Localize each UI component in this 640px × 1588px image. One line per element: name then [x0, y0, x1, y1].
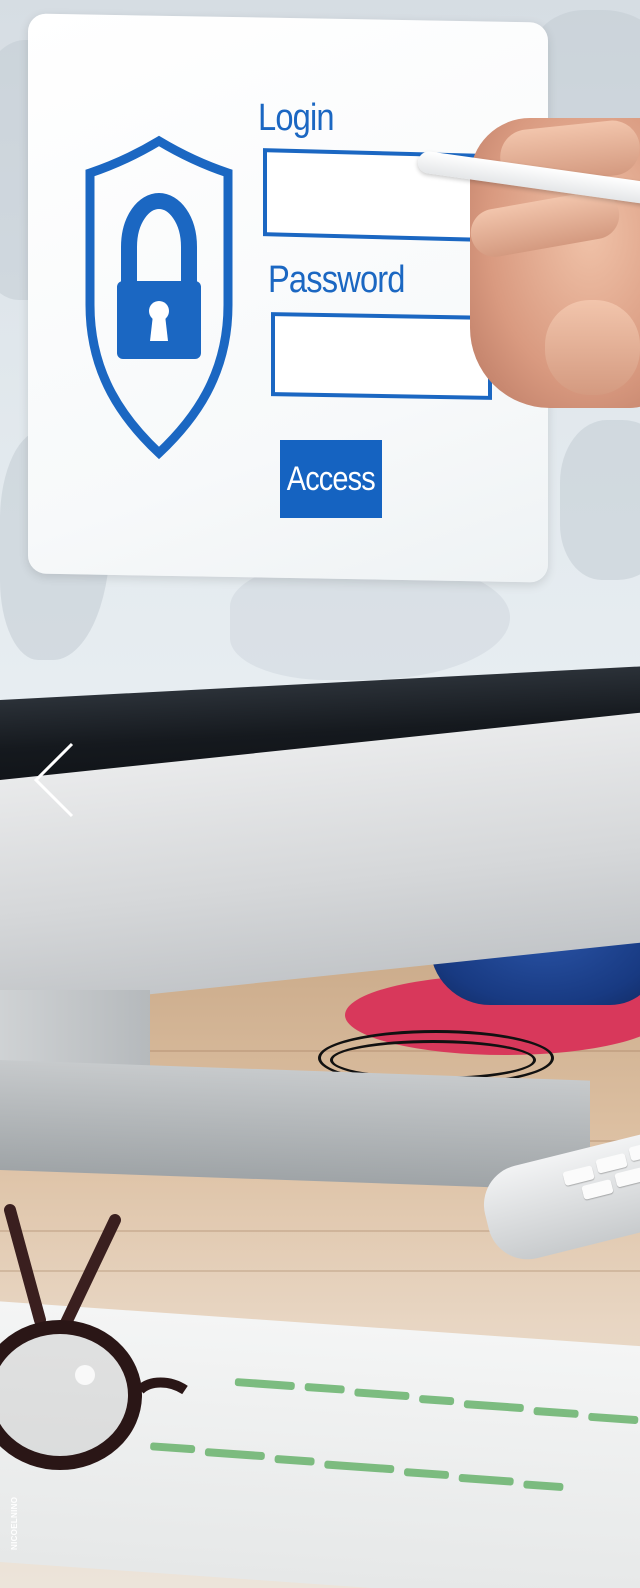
password-field[interactable] — [271, 312, 492, 400]
green-bar — [304, 1382, 345, 1394]
green-bar — [354, 1388, 410, 1401]
finger — [545, 300, 640, 395]
eyeglasses — [0, 1204, 188, 1470]
green-bar — [523, 1480, 564, 1492]
password-label: Password — [268, 259, 405, 301]
green-bar — [463, 1400, 525, 1413]
green-bar — [234, 1377, 296, 1391]
green-bar — [458, 1473, 514, 1486]
green-bar — [403, 1468, 450, 1480]
green-bar — [324, 1460, 395, 1474]
key — [628, 1140, 640, 1162]
previous-button[interactable] — [28, 740, 84, 820]
key — [581, 1179, 614, 1200]
access-button-label: Access — [286, 459, 376, 498]
chevron-left-icon — [33, 742, 74, 818]
key — [614, 1166, 640, 1188]
map-shape — [560, 420, 640, 580]
photo-credit: NICOELNINO — [10, 1496, 19, 1550]
shield-lock-icon — [85, 135, 233, 460]
access-button[interactable]: Access — [280, 440, 382, 518]
photo-scene: Login Password Access NICOELNINO — [0, 0, 640, 1588]
green-bar — [204, 1448, 266, 1461]
green-bar — [533, 1406, 579, 1419]
login-label: Login — [258, 97, 335, 139]
green-bar — [274, 1454, 315, 1466]
green-bar — [418, 1394, 455, 1406]
green-bar — [588, 1412, 639, 1425]
